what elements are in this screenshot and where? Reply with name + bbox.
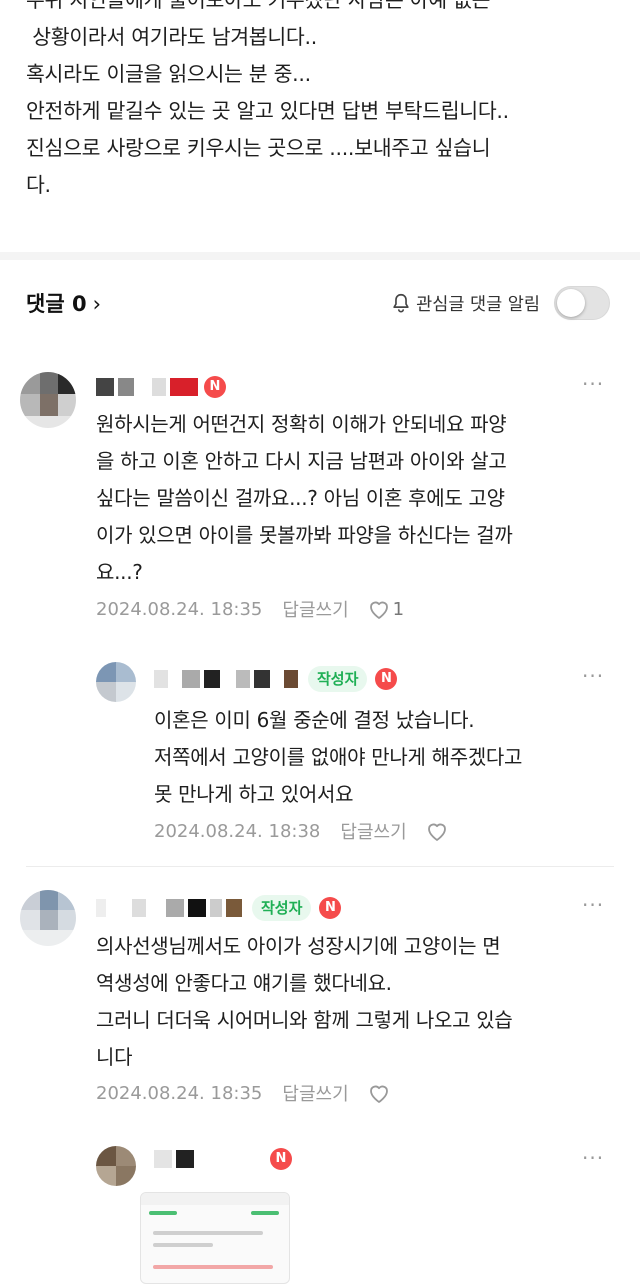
comment-text: 의사선생님께서도 아이가 성장시기에 고양이는 면 역생성에 안좋다고 얘기를 … bbox=[96, 928, 616, 1076]
more-options-icon[interactable]: ··· bbox=[582, 664, 604, 688]
blurred-username bbox=[188, 899, 206, 917]
comment-meta: 작성자 N bbox=[96, 895, 342, 921]
blurred-username bbox=[166, 899, 184, 917]
more-options-icon[interactable]: ··· bbox=[582, 893, 604, 917]
comment-line: 의사선생님께서도 아이가 성장시기에 고양이는 면 bbox=[96, 934, 501, 958]
blurred-username bbox=[210, 899, 222, 917]
post-line: 상황이라서 여기라도 남겨봅니다.. bbox=[26, 25, 317, 49]
comment-text: 원하시는게 어떤건지 정확히 이해가 안되네요 파양 을 하고 이혼 안하고 다… bbox=[96, 406, 616, 591]
more-options-icon[interactable]: ··· bbox=[582, 372, 604, 396]
new-badge: N bbox=[319, 897, 342, 919]
more-options-icon[interactable]: ··· bbox=[582, 1146, 604, 1170]
heart-icon[interactable] bbox=[367, 598, 391, 620]
post-line: 다. bbox=[26, 173, 51, 197]
blurred-username bbox=[236, 670, 250, 688]
reply-button[interactable]: 답글쓰기 bbox=[282, 596, 348, 622]
comment-info: 2024.08.24. 18:38 답글쓰기 bbox=[154, 818, 449, 844]
blurred-username bbox=[182, 670, 200, 688]
new-badge: N bbox=[270, 1148, 292, 1170]
blurred-username bbox=[96, 899, 106, 917]
blurred-username bbox=[96, 378, 114, 396]
comment-line: 을 하고 이혼 안하고 다시 지금 남편과 아이와 살고 bbox=[96, 449, 507, 473]
chevron-right-icon: › bbox=[92, 292, 101, 316]
comment-count-label: 댓글 0 bbox=[26, 292, 87, 316]
blurred-username bbox=[176, 1150, 194, 1168]
comment-meta: 작성자 N bbox=[154, 666, 398, 692]
blurred-username bbox=[154, 670, 168, 688]
blurred-username bbox=[170, 378, 198, 396]
comment-line: 요...? bbox=[96, 560, 143, 584]
comment-line: 원하시는게 어떤건지 정확히 이해가 안되네요 파양 bbox=[96, 412, 507, 436]
post-line: 혹시라도 이글을 읽으시는 분 중... bbox=[26, 62, 311, 86]
avatar[interactable] bbox=[20, 890, 76, 946]
blurred-username bbox=[254, 670, 270, 688]
alarm-label: 관심글 댓글 알림 bbox=[416, 294, 540, 315]
like-count: 1 bbox=[392, 598, 405, 620]
reply-button[interactable]: 답글쓰기 bbox=[340, 818, 406, 844]
comment-line: 이혼은 이미 6월 중순에 결정 났습니다. bbox=[154, 708, 475, 732]
author-badge: 작성자 bbox=[252, 895, 312, 921]
comment-line: 못 만나게 하고 있어서요 bbox=[154, 782, 354, 806]
comment-info: 2024.08.24. 18:35 답글쓰기 1 bbox=[96, 596, 404, 622]
comment-line: 저쪽에서 고양이를 없애야 만나게 해주겠다고 bbox=[154, 745, 523, 769]
comment-line: 역생성에 안좋다고 얘기를 했다네요. bbox=[96, 971, 392, 995]
comment-line: 니다 bbox=[96, 1045, 133, 1069]
comment-divider bbox=[26, 866, 614, 867]
avatar[interactable] bbox=[96, 1146, 136, 1186]
avatar[interactable] bbox=[20, 372, 76, 428]
author-badge: 작성자 bbox=[308, 666, 368, 692]
post-line: 진심으로 사랑으로 키우시는 곳으로 ....보내주고 싶습니 bbox=[26, 136, 491, 160]
heart-icon[interactable] bbox=[367, 1082, 391, 1104]
comment-date: 2024.08.24. 18:35 bbox=[96, 598, 263, 620]
comment-date: 2024.08.24. 18:38 bbox=[154, 820, 321, 842]
comment-count-link[interactable]: 댓글 0 › bbox=[26, 288, 101, 318]
new-badge: N bbox=[375, 668, 398, 690]
comment-line: 싶다는 말씀이신 걸까요...? 아님 이혼 후에도 고양 bbox=[96, 486, 505, 510]
blurred-username bbox=[152, 378, 166, 396]
post-line: 안전하게 맡길수 있는 곳 알고 있다면 답변 부탁드립니다.. bbox=[26, 99, 509, 123]
alarm-toggle[interactable] bbox=[554, 286, 610, 320]
toggle-knob bbox=[557, 289, 585, 317]
comment-meta: N bbox=[154, 1148, 292, 1170]
blurred-username bbox=[226, 899, 242, 917]
attached-screenshot-image[interactable] bbox=[140, 1192, 290, 1284]
avatar[interactable] bbox=[96, 662, 136, 702]
reply-button[interactable]: 답글쓰기 bbox=[282, 1080, 348, 1106]
post-body: 주위 지인들에게 물어보아도 키우겠단 사람은 아예 없는 상황이라서 여기라도… bbox=[26, 0, 626, 204]
blurred-username bbox=[154, 1150, 172, 1168]
comment-date: 2024.08.24. 18:35 bbox=[96, 1082, 263, 1104]
blurred-username bbox=[284, 670, 298, 688]
blurred-username bbox=[132, 899, 146, 917]
comment-line: 이가 있으면 아이를 못볼까봐 파양을 하신다는 걸까 bbox=[96, 523, 513, 547]
comment-line: 그러니 더더욱 시어머니와 함께 그렇게 나오고 있습 bbox=[96, 1008, 513, 1032]
comment-meta: N bbox=[96, 376, 226, 398]
comment-info: 2024.08.24. 18:35 답글쓰기 bbox=[96, 1080, 391, 1106]
heart-icon[interactable] bbox=[425, 820, 449, 842]
section-divider bbox=[0, 252, 640, 260]
post-line: 주위 지인들에게 물어보아도 키우겠단 사람은 아예 없는 bbox=[26, 0, 491, 12]
blurred-username bbox=[118, 378, 134, 396]
comment-alarm-setting: 관심글 댓글 알림 bbox=[390, 286, 610, 320]
bell-icon bbox=[393, 293, 409, 313]
new-badge: N bbox=[204, 376, 226, 398]
comment-text: 이혼은 이미 6월 중순에 결정 났습니다. 저쪽에서 고양이를 없애야 만나게… bbox=[154, 702, 614, 813]
blurred-username bbox=[204, 670, 220, 688]
